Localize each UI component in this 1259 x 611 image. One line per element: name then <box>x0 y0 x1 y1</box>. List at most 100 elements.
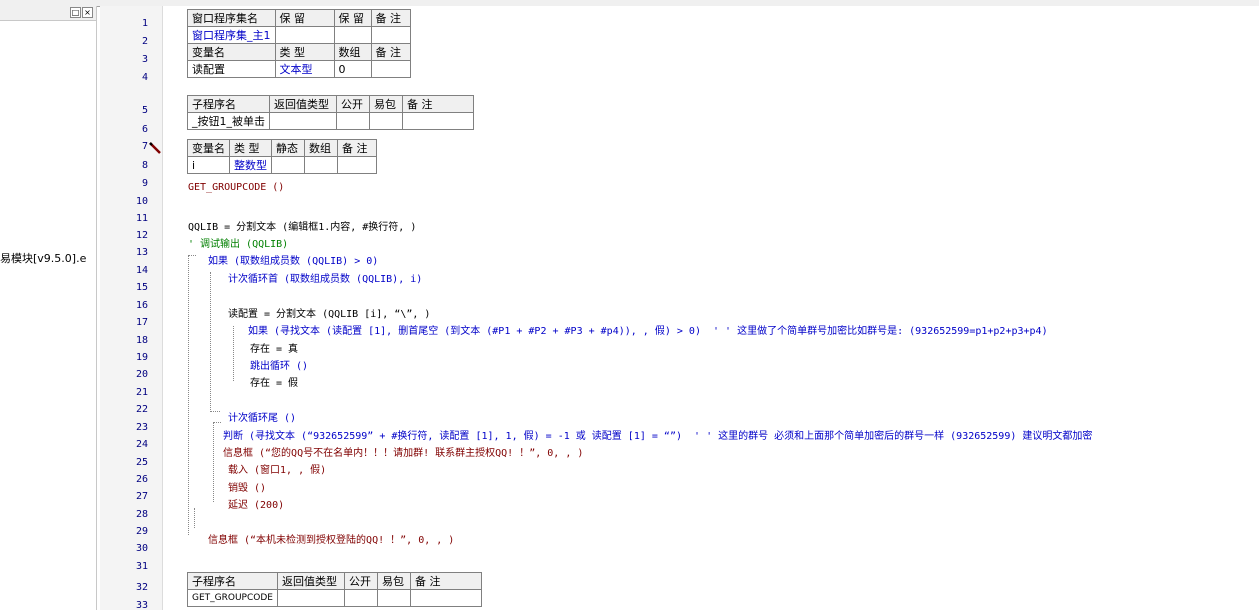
table-cell[interactable] <box>343 589 378 607</box>
header-cell: 窗口程序集名 <box>187 9 276 27</box>
code-line-12[interactable]: ' 调试输出 (QQLIB) <box>188 235 288 250</box>
header-cell: 变量名 <box>187 43 276 61</box>
block-guide-line <box>194 508 195 528</box>
line-number: 7 <box>141 141 148 152</box>
table-cell[interactable] <box>336 112 370 130</box>
line-number: 29 <box>135 526 148 537</box>
code-line-17[interactable]: 如果 (寻找文本 (读配置 [1], 删首尾空 (到文本 (#P1 + #P2 … <box>248 322 1048 337</box>
local-variable-table: 变量名 类 型 静态 数组 备 注 i 整数型 <box>187 139 377 174</box>
code-line-23[interactable]: 判断 (寻找文本 (“932652599” + #换行符, 读配置 [1], 1… <box>223 427 1092 442</box>
line-number: 3 <box>141 54 148 65</box>
line-number: 5 <box>141 105 148 116</box>
table-cell[interactable] <box>402 112 474 130</box>
header-cell: 易包 <box>369 95 403 113</box>
code-line-25[interactable]: 载入 (窗口1, , 假) <box>228 461 326 476</box>
header-cell: 备 注 <box>370 43 411 61</box>
code-line-29[interactable]: 信息框 (“本机未检测到授权登陆的QQ! ！”, 0, , ) <box>208 531 454 546</box>
block-guide-line <box>188 255 189 535</box>
line-number: 25 <box>135 457 148 468</box>
table-cell[interactable] <box>269 112 337 130</box>
line-number: 1 <box>141 18 148 29</box>
line-number: 4 <box>141 72 148 83</box>
block-guide-line <box>188 255 196 256</box>
code-line-14[interactable]: 计次循环首 (取数组成员数 (QQLIB), i) <box>228 270 422 285</box>
line-number: 10 <box>135 196 148 207</box>
header-cell: 返回值类型 <box>269 95 337 113</box>
table-cell[interactable] <box>409 589 482 607</box>
restore-icon[interactable]: □ <box>70 7 81 18</box>
line-number: 19 <box>135 352 148 363</box>
line-number: 12 <box>135 230 148 241</box>
line-number: 22 <box>135 404 148 415</box>
table-cell[interactable] <box>370 60 411 78</box>
subroutine-name-cell[interactable]: _按钮1_被单击 <box>187 112 270 130</box>
header-cell: 保 留 <box>333 9 372 27</box>
code-line-13[interactable]: 如果 (取数组成员数 (QQLIB) > 0) <box>208 252 378 267</box>
var-type-cell[interactable]: 文本型 <box>274 60 335 78</box>
line-number: 6 <box>141 124 148 135</box>
code-editor[interactable]: 1 2 3 4 5 6 7 8 9 10 11 12 13 14 15 16 17 18 19 20 21 22 23 24 2… <box>100 6 1259 611</box>
table-cell[interactable] <box>333 26 372 44</box>
local-var-name-cell[interactable]: i <box>187 156 230 174</box>
code-line-11[interactable]: QQLIB = 分割文本 (编辑框1.内容, #换行符, ) <box>188 218 416 233</box>
header-cell: 静态 <box>271 139 305 157</box>
code-line-26[interactable]: 销毁 () <box>228 479 266 494</box>
line-number: 30 <box>135 543 148 554</box>
var-array-cell[interactable]: 0 <box>333 60 372 78</box>
table-cell[interactable] <box>376 589 411 607</box>
code-line-9[interactable]: GET_GROUPCODE () <box>188 182 284 193</box>
line-number: 11 <box>135 213 148 224</box>
local-var-type-cell[interactable]: 整数型 <box>229 156 272 174</box>
var-name-cell[interactable]: 读配置 <box>187 60 276 78</box>
line-number: 13 <box>135 247 148 258</box>
table-cell[interactable] <box>274 26 335 44</box>
table-cell[interactable] <box>369 112 403 130</box>
block-guide-line <box>233 326 234 381</box>
pencil-icon <box>149 142 161 154</box>
code-line-16[interactable]: 读配置 = 分割文本 (QQLIB [i], “\”, ) <box>228 305 430 320</box>
line-number: 16 <box>135 300 148 311</box>
header-cell: 子程序名 <box>187 95 270 113</box>
panel-window-buttons: □ × <box>69 7 93 19</box>
table-cell[interactable] <box>271 156 305 174</box>
header-cell: 保 留 <box>274 9 335 27</box>
header-cell: 数组 <box>333 43 372 61</box>
left-panel: □ × 易模块[v9.5.0].e <box>0 6 97 610</box>
header-cell: 公开 <box>336 95 370 113</box>
table-cell[interactable] <box>337 156 377 174</box>
header-cell: 类 型 <box>274 43 335 61</box>
line-number: 33 <box>135 600 148 611</box>
table-cell[interactable] <box>370 26 411 44</box>
block-guide-line <box>213 422 221 423</box>
block-guide-line <box>213 422 214 502</box>
code-line-20[interactable]: 存在 = 假 <box>250 374 298 389</box>
assembly-table: 窗口程序集名 保 留 保 留 备 注 窗口程序集_主1 变量名 类 型 数组 备… <box>187 9 411 78</box>
table-cell[interactable] <box>276 589 345 607</box>
table-cell[interactable] <box>304 156 338 174</box>
assembly-name-cell[interactable]: 窗口程序集_主1 <box>187 26 276 44</box>
line-number: 31 <box>135 561 148 572</box>
line-number: 24 <box>135 439 148 450</box>
header-cell: 公开 <box>343 572 378 590</box>
line-number: 14 <box>135 265 148 276</box>
code-line-19[interactable]: 跳出循环 () <box>250 357 308 372</box>
line-number: 27 <box>135 491 148 502</box>
code-line-24[interactable]: 信息框 (“您的QQ号不在名单内！！！请加群! 联系群主授权QQ! ！”, 0,… <box>223 444 583 459</box>
header-cell: 备 注 <box>409 572 482 590</box>
line-number: 21 <box>135 387 148 398</box>
subroutine-table: 子程序名 返回值类型 公开 易包 备 注 _按钮1_被单击 <box>187 95 474 130</box>
close-icon[interactable]: × <box>82 7 93 18</box>
header-cell: 备 注 <box>370 9 411 27</box>
code-line-27[interactable]: 延迟 (200) <box>228 496 284 511</box>
code-line-22[interactable]: 计次循环尾 () <box>228 409 296 424</box>
header-cell: 备 注 <box>402 95 474 113</box>
header-cell: 备 注 <box>337 139 377 157</box>
line-number: 18 <box>135 335 148 346</box>
subroutine-name-cell[interactable]: GET_GROUPCODE <box>187 589 278 607</box>
subroutine-table-2: 子程序名 返回值类型 公开 易包 备 注 GET_GROUPCODE <box>187 572 482 607</box>
line-number: 17 <box>135 317 148 328</box>
code-line-18[interactable]: 存在 = 真 <box>250 340 298 355</box>
module-tree-item[interactable]: 易模块[v9.5.0].e <box>0 250 86 266</box>
block-guide-line <box>210 411 220 412</box>
line-number: 15 <box>135 282 148 293</box>
